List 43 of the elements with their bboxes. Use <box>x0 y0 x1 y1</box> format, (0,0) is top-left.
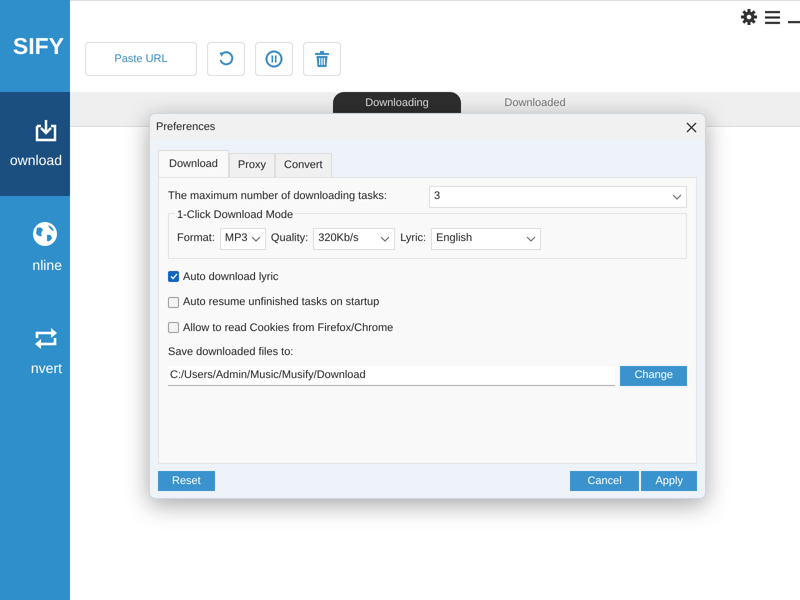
checkbox[interactable] <box>168 296 179 308</box>
dropdown[interactable]: 3 <box>429 186 687 208</box>
checkbox[interactable] <box>168 271 179 282</box>
close-icon[interactable] <box>686 122 697 132</box>
download-icon <box>34 118 58 142</box>
sidebar-item[interactable]: nvert <box>0 300 70 404</box>
dialog-title: Preferences <box>156 120 216 135</box>
view-tab[interactable]: Downloaded <box>471 92 599 114</box>
chevron-icon <box>380 236 390 242</box>
chevron-icon <box>672 194 682 200</box>
convert-icon <box>34 326 58 350</box>
checkbox[interactable] <box>168 322 179 334</box>
dialog-tab[interactable]: Convert <box>275 153 332 176</box>
refresh-button[interactable] <box>207 42 245 76</box>
settings-icon[interactable] <box>741 9 757 25</box>
checkbox-label: Allow to read Cookies from Firefox/Chrome <box>183 320 394 336</box>
path-field[interactable]: C:/Users/Admin/Music/Musify/Download <box>168 366 615 386</box>
app-logo: SIFY <box>12 32 65 61</box>
pause-button[interactable] <box>255 42 293 76</box>
globe-icon <box>32 220 58 246</box>
dropdown[interactable]: 320Kb/s <box>313 228 396 250</box>
checkbox-label: Auto resume unfinished tasks on startup <box>183 295 380 310</box>
dropdown[interactable]: English <box>431 228 542 250</box>
view-tab[interactable]: Downloading <box>333 92 461 114</box>
field-label: Lyric: <box>400 231 426 246</box>
sidebar-item[interactable]: ownload <box>0 92 70 196</box>
dialog-tab[interactable]: Proxy <box>228 153 276 176</box>
refresh-icon <box>218 51 234 67</box>
chevron-icon <box>250 236 261 242</box>
field-label: Save downloaded files to: <box>168 345 294 360</box>
paste-url-button[interactable]: Paste URL <box>85 42 197 76</box>
field-label: Quality: <box>270 231 308 246</box>
delete-button[interactable] <box>303 42 341 76</box>
chevron-icon <box>526 236 536 242</box>
checkbox-label: Auto download lyric <box>183 270 278 284</box>
pause-icon <box>265 50 283 68</box>
dialog-tab[interactable]: Download <box>158 150 229 176</box>
sidebar-item[interactable]: nline <box>0 196 70 300</box>
dropdown[interactable]: MP3 <box>220 228 266 250</box>
trash-icon <box>315 51 329 67</box>
field-label: The maximum number of downloading tasks: <box>168 189 388 204</box>
menu-icon[interactable] <box>765 10 780 24</box>
field-label: Format: <box>177 231 215 246</box>
